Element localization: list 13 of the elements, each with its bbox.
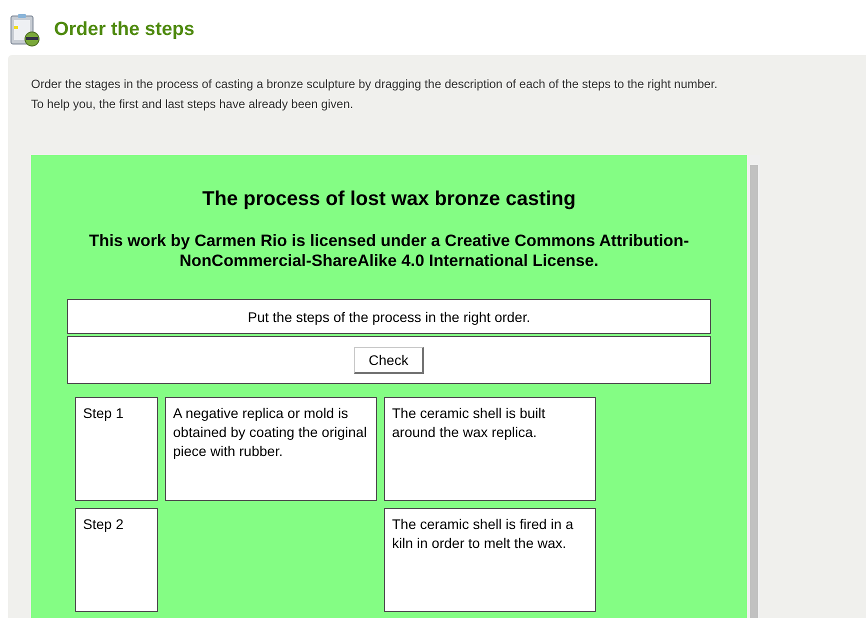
step-label: Step 1 <box>75 397 158 501</box>
page-title: Order the steps <box>54 19 194 41</box>
check-button[interactable]: Check <box>354 346 424 374</box>
step-card[interactable]: A negative replica or mold is obtained by coating the original piece with rubber. <box>165 397 377 501</box>
step-card[interactable]: The ceramic shell is built around the wax replica. <box>384 397 596 501</box>
step-card[interactable]: The ceramic shell is fired in a kiln in order to melt the wax. <box>384 508 596 612</box>
instruction-text: To help you, the first and last steps have already been given. <box>31 97 354 111</box>
instruction-text: Order the stages in the process of casting a bronze sculpture by dragging the description of each of the steps to the right number. <box>31 77 718 91</box>
step-label: Step 2 <box>75 508 158 612</box>
license-text: This work by Carmen Rio is licensed under a Creative Commons Attribution-NonCommercial-ShareAlike 4.0 International License. <box>89 231 689 271</box>
activity-title: The process of lost wax bronze casting <box>201 188 577 211</box>
clipboard-icon <box>8 13 42 47</box>
prompt-text: Put the steps of the process in the right order. <box>248 308 530 324</box>
